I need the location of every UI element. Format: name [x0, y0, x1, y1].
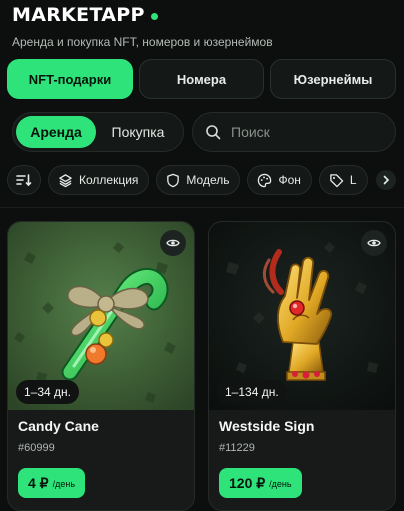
price-unit: /день	[269, 479, 292, 489]
filter-collection[interactable]: Коллекция	[48, 165, 150, 195]
listing-name: Westside Sign	[219, 418, 315, 434]
listing-number: #11229	[219, 442, 255, 454]
sort-icon	[16, 174, 32, 187]
search-icon	[206, 125, 221, 140]
listing-card[interactable]: 1–134 дн. Westside Sign #11229 120 ₽ /де…	[208, 221, 396, 511]
filter-label: L	[349, 173, 357, 187]
mode-toggle: Аренда Покупка	[12, 112, 184, 152]
price-unit: /день	[52, 479, 76, 489]
section-divider	[0, 207, 404, 208]
tab-numbers[interactable]: Номера	[139, 59, 264, 99]
logo-text: MARKETAPP	[12, 4, 145, 26]
app-subtitle: Аренда и покупка NFT, номеров и юзернейм…	[12, 35, 273, 49]
search-placeholder: Поиск	[231, 124, 270, 140]
palette-icon	[258, 173, 272, 187]
app-logo[interactable]: MARKETAPP	[12, 4, 273, 26]
mode-rent-button[interactable]: Аренда	[16, 116, 96, 148]
price-button[interactable]: 120 ₽ /день	[219, 468, 302, 498]
chevron-right-icon	[383, 175, 390, 185]
tab-usernames[interactable]: Юзернеймы	[270, 59, 396, 99]
preview-button[interactable]	[361, 230, 387, 256]
logo-dot-icon	[150, 13, 158, 20]
listing-name: Candy Cane	[18, 418, 99, 434]
filter-label: Фон	[278, 173, 301, 187]
tab-nft-gifts[interactable]: NFT-подарки	[7, 59, 133, 99]
price-value: 120 ₽	[229, 474, 266, 491]
listing-card[interactable]: 1–34 дн. Candy Cane #60999 4 ₽ /день	[7, 221, 195, 511]
rent-period-badge: 1–134 дн.	[217, 380, 287, 404]
sort-button[interactable]	[7, 165, 41, 195]
category-tabs: NFT-подарки Номера Юзернеймы	[7, 59, 396, 99]
tag-icon	[330, 173, 344, 187]
filter-tag[interactable]: L	[318, 165, 368, 195]
layers-icon	[59, 173, 72, 187]
listing-number: #60999	[18, 442, 55, 454]
filters-scroll-button[interactable]	[376, 170, 396, 190]
filter-model[interactable]: Модель	[156, 165, 241, 195]
filter-background[interactable]: Фон	[247, 165, 312, 195]
filter-label: Коллекция	[79, 173, 139, 187]
filter-bar: Коллекция Модель Фон L	[7, 165, 404, 197]
eye-icon	[367, 239, 381, 247]
preview-button[interactable]	[160, 230, 186, 256]
price-button[interactable]: 4 ₽ /день	[18, 468, 86, 498]
rent-period-badge: 1–34 дн.	[16, 380, 79, 404]
header: MARKETAPP Аренда и покупка NFT, номеров …	[12, 4, 273, 49]
price-value: 4 ₽	[28, 474, 49, 491]
search-input[interactable]: Поиск	[192, 112, 396, 152]
filter-label: Модель	[186, 173, 230, 187]
shield-icon	[167, 173, 180, 187]
eye-icon	[166, 239, 180, 247]
mode-buy-button[interactable]: Покупка	[96, 116, 180, 148]
